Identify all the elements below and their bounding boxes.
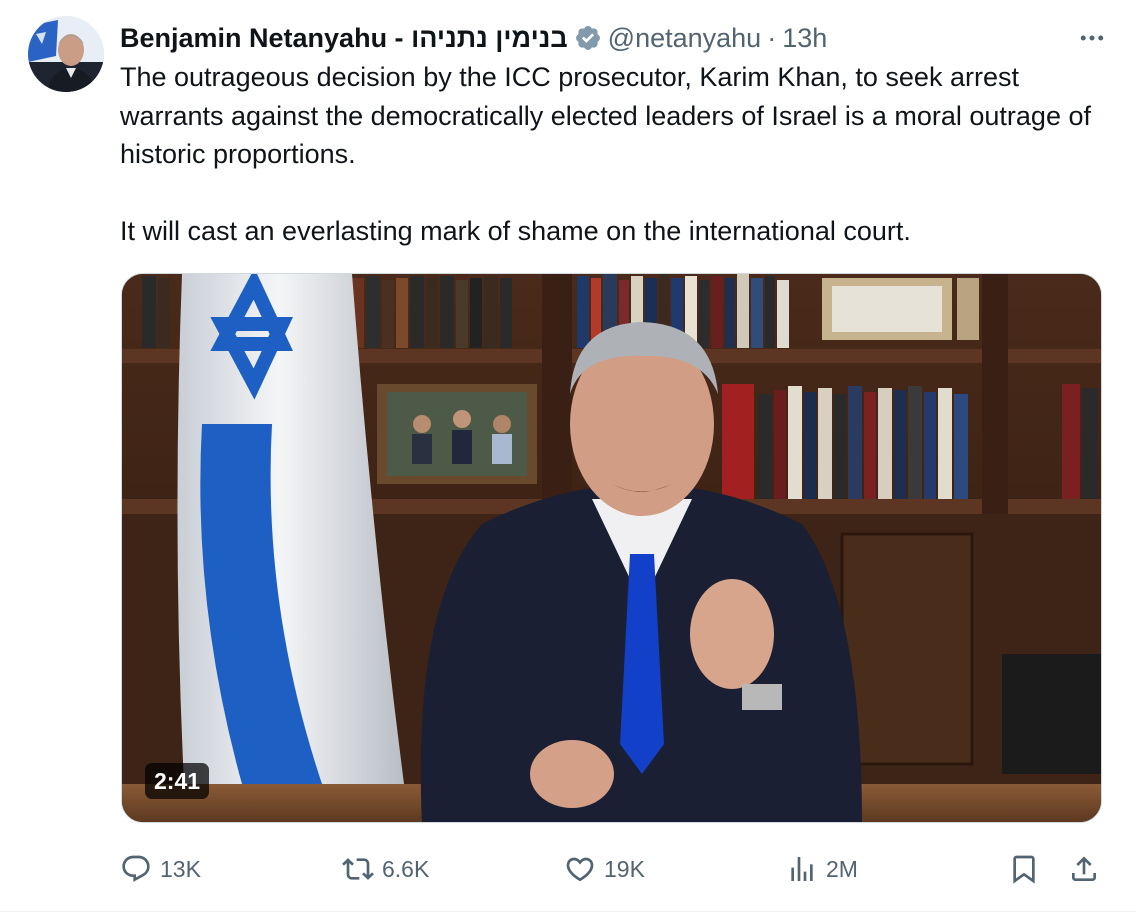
handle[interactable]: @netanyahu bbox=[608, 20, 762, 56]
video-duration: 2:41 bbox=[145, 763, 210, 799]
share-icon bbox=[1072, 856, 1096, 881]
repost-count: 6.6K bbox=[382, 855, 430, 882]
share-button[interactable] bbox=[1068, 845, 1100, 893]
like-icon bbox=[566, 857, 594, 882]
verified-badge-icon bbox=[575, 26, 600, 50]
timestamp[interactable]: 13h bbox=[782, 20, 827, 56]
tweet-text: The outrageous decision by the ICC prose… bbox=[120, 58, 1110, 250]
tweet-paragraph: The outrageous decision by the ICC prose… bbox=[120, 62, 1091, 169]
display-name[interactable]: Benjamin Netanyahu - בנימין נתניהו bbox=[120, 20, 568, 56]
repost-icon bbox=[342, 858, 374, 880]
bookmark-button[interactable] bbox=[1008, 845, 1040, 893]
like-count: 19K bbox=[604, 855, 645, 882]
reply-button[interactable]: 13K bbox=[120, 845, 201, 893]
tweet-paragraph: It will cast an everlasting mark of sham… bbox=[120, 215, 911, 246]
views-count: 2M bbox=[826, 855, 858, 882]
video-thumbnail bbox=[122, 274, 1101, 822]
views-button[interactable]: 2M bbox=[786, 845, 858, 893]
tweet-card[interactable]: Benjamin Netanyahu - בנימין נתניהו @neta… bbox=[0, 0, 1136, 912]
reply-count: 13K bbox=[160, 855, 201, 882]
action-bar: 13K 6.6K 19K 2M bbox=[120, 845, 1104, 893]
views-icon bbox=[791, 857, 813, 881]
more-icon[interactable] bbox=[1072, 20, 1112, 56]
bookmark-icon bbox=[1013, 855, 1035, 884]
like-button[interactable]: 19K bbox=[564, 845, 645, 893]
separator-dot: · bbox=[767, 23, 777, 53]
tweet-header: Benjamin Netanyahu - בנימין נתניהו @neta… bbox=[120, 18, 1112, 58]
avatar[interactable] bbox=[28, 16, 104, 92]
reply-icon bbox=[122, 855, 150, 882]
repost-button[interactable]: 6.6K bbox=[342, 845, 429, 893]
video-player[interactable]: 2:41 bbox=[121, 273, 1102, 823]
